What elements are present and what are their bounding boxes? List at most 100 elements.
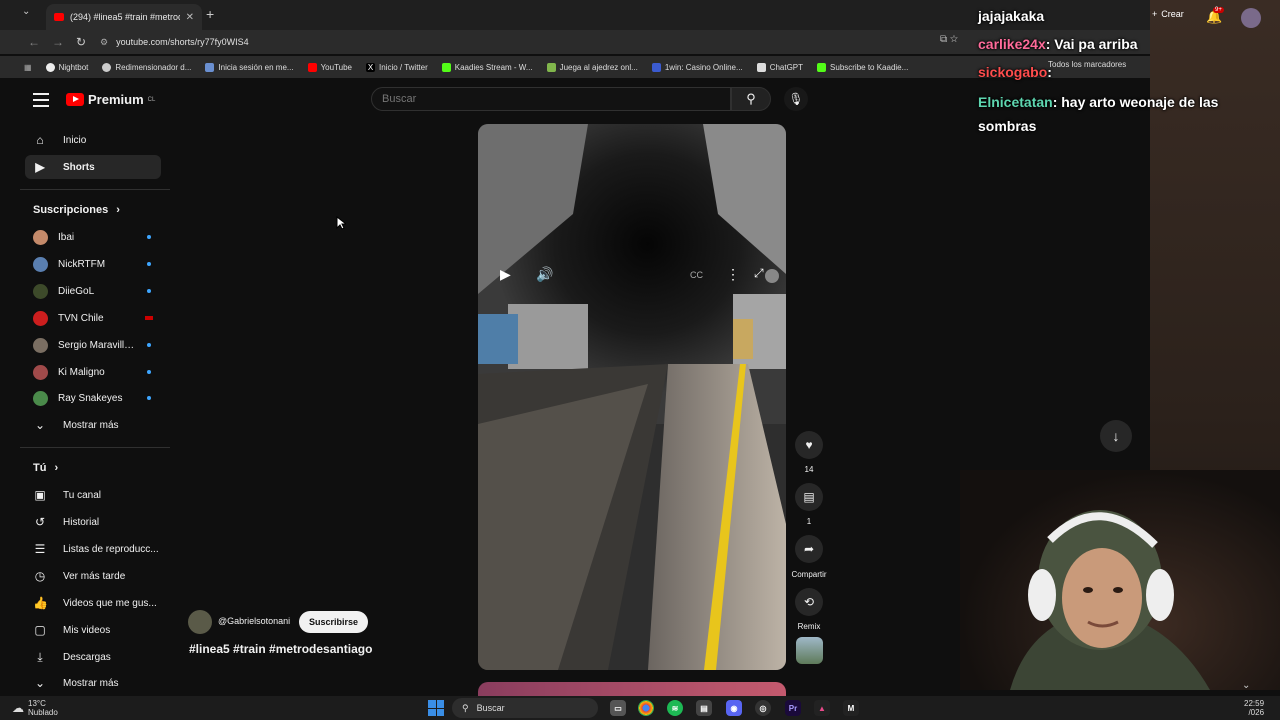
chat-user: Elnicetatan	[978, 94, 1053, 110]
short-hashtags[interactable]: #linea5 #train #metrodesantiago	[189, 642, 372, 656]
back-arrow-icon[interactable]: ←	[28, 35, 40, 49]
forward-arrow-icon[interactable]: →	[52, 35, 64, 49]
discord-icon[interactable]: ◉	[726, 700, 742, 716]
share-button[interactable]: ➦	[795, 535, 823, 563]
obs-icon[interactable]: ◎	[755, 700, 771, 716]
like-button[interactable]: ♥	[795, 431, 823, 459]
apps-grid-icon[interactable]: ▦	[24, 63, 32, 72]
captions-icon[interactable]: CC	[690, 270, 703, 280]
browser-tab[interactable]: (294) #linea5 #train #metrode ✕	[46, 4, 202, 30]
sidebar-show-more-you[interactable]: ⌄ Mostrar más	[25, 671, 161, 695]
new-content-dot	[147, 289, 151, 293]
bookmark-inicia-sesion[interactable]: Inicia sesión en me...	[205, 62, 294, 72]
youtube-premium-logo[interactable]: Premium CL	[66, 92, 155, 107]
weather-widget[interactable]: ☁ 13°C Nublado	[12, 699, 58, 717]
bookmark-star-icon[interactable]: ⧉ ☆	[940, 34, 958, 45]
site-info-icon[interactable]: ⚙	[100, 37, 108, 48]
play-icon[interactable]: ▶	[500, 266, 511, 283]
chrome-icon[interactable]	[638, 700, 654, 716]
sidebar-divider	[20, 447, 170, 448]
avatar	[33, 390, 48, 406]
my-videos-icon: ▢	[34, 623, 46, 637]
sidebar-item-shorts[interactable]: ▶ Shorts	[25, 155, 161, 179]
sidebar-divider	[20, 189, 170, 190]
sidebar-sub-nickrtfm[interactable]: NickRTFM	[25, 252, 161, 276]
bookmark-youtube[interactable]: YouTube	[307, 62, 352, 72]
windows-start-icon[interactable]	[428, 700, 444, 716]
taskbar-search[interactable]: ⚲ Buscar	[452, 698, 598, 718]
sidebar-item-videos-me-gustan[interactable]: 👍 Videos que me gus...	[25, 591, 161, 615]
app-m-icon[interactable]: M	[843, 700, 859, 716]
sidebar-sub-tvn-chile[interactable]: TVN Chile	[25, 306, 161, 330]
system-clock[interactable]: 22:59 /026	[1244, 699, 1264, 717]
volume-icon[interactable]: 🔊	[536, 266, 553, 283]
reload-icon[interactable]: ↻	[76, 35, 86, 49]
address-bar[interactable]: ⚙ youtube.com/shorts/ry77fy0WIS4	[100, 32, 980, 52]
share-arrow-icon: ➦	[803, 542, 815, 556]
sidebar-item-listas[interactable]: ☰ Listas de reproducc...	[25, 537, 161, 561]
temperature: 13°C	[28, 699, 46, 708]
bookmark-nightbot[interactable]: Nightbot	[45, 62, 88, 72]
chevron-down-icon[interactable]: ⌄	[1242, 680, 1250, 691]
new-tab-plus-icon[interactable]: +	[206, 6, 214, 22]
chat-message: jajajakaka	[978, 4, 1258, 28]
sidebar-sub-ibai[interactable]: Ibai	[25, 225, 161, 249]
bookmark-ajedrez[interactable]: Juega al ajedrez onl...	[546, 62, 638, 72]
sidebar-item-mis-videos[interactable]: ▢ Mis videos	[25, 618, 161, 642]
subscriptions-heading[interactable]: Suscripciones ›	[33, 204, 120, 216]
premiere-icon[interactable]: Pr	[785, 700, 801, 716]
hamburger-menu-icon[interactable]	[33, 93, 49, 107]
search-icon: ⚲	[462, 702, 469, 713]
comments-button[interactable]: ▤	[795, 483, 823, 511]
tab-list-chevron-icon[interactable]: ⌄	[22, 6, 30, 17]
chat-text: jajajakaka	[978, 8, 1045, 24]
clock-date: /026	[1248, 708, 1265, 717]
app-icon[interactable]: ▤	[696, 700, 712, 716]
sidebar-item-descargas[interactable]: ⤓ Descargas	[25, 645, 161, 669]
remix-button[interactable]: ⟲	[795, 588, 823, 616]
search-button[interactable]: ⚲	[731, 87, 771, 111]
tab-title: (294) #linea5 #train #metrode	[70, 12, 180, 22]
new-content-dot	[147, 343, 151, 347]
chevron-down-icon: ⌄	[34, 676, 46, 690]
sidebar-item-historial[interactable]: ↺ Historial	[25, 510, 161, 534]
bookmark-redimensionador[interactable]: Redimensionador d...	[102, 62, 191, 72]
sidebar-sub-ray-snakeyes[interactable]: Ray Snakeyes	[25, 386, 161, 410]
spotify-icon[interactable]: ≋	[667, 700, 683, 716]
channel-avatar[interactable]	[188, 610, 212, 634]
avatar	[33, 364, 48, 380]
you-heading[interactable]: Tú ›	[33, 462, 58, 474]
channel-name[interactable]: @Gabrielsotonani	[218, 616, 290, 626]
sidebar-sub-ki-maligno[interactable]: Ki Maligno	[25, 360, 161, 384]
close-tab-icon[interactable]: ✕	[186, 12, 194, 23]
sound-thumbnail[interactable]	[796, 637, 823, 664]
sidebar-show-more-subs[interactable]: ⌄ Mostrar más	[25, 413, 161, 437]
history-icon: ↺	[34, 515, 46, 529]
app-triangle-icon[interactable]: ▲	[814, 700, 830, 716]
bookmark-1win[interactable]: 1win: Casino Online...	[651, 62, 743, 72]
bookmark-subscribe-kaadie[interactable]: Subscribe to Kaadie...	[817, 62, 908, 72]
short-video-player[interactable]: ▶ 🔊 CC ⋮ ⤢	[478, 124, 786, 670]
sidebar-item-tu-canal[interactable]: ▣ Tu canal	[25, 483, 161, 507]
sidebar-sub-diiegol[interactable]: DiieGoL	[25, 279, 161, 303]
search-input[interactable]	[382, 93, 730, 105]
bookmark-twitter[interactable]: X Inicio / Twitter	[366, 62, 428, 72]
fullscreen-icon[interactable]: ⤢	[754, 266, 764, 281]
metro-tunnel-frame	[478, 124, 786, 670]
sidebar-sub-sergio-maravilla[interactable]: Sergio Maravilla ...	[25, 333, 161, 357]
home-icon: ⌂	[36, 133, 44, 147]
bookmark-chatgpt[interactable]: ChatGPT	[756, 62, 803, 72]
sidebar-item-ver-mas-tarde[interactable]: ◷ Ver más tarde	[25, 564, 161, 588]
search-box[interactable]	[371, 87, 731, 111]
next-short-button[interactable]: ↓	[1100, 420, 1132, 452]
comment-icon: ▤	[803, 490, 815, 504]
task-view-icon[interactable]: ▭	[610, 700, 626, 716]
more-options-icon[interactable]: ⋮	[726, 266, 740, 283]
sidebar-item-inicio[interactable]: ⌂ Inicio	[25, 128, 161, 152]
cloud-icon: ☁	[12, 700, 24, 715]
chat-text: :	[1047, 64, 1052, 80]
bookmark-kaadies-stream[interactable]: Kaadies Stream - W...	[441, 62, 533, 72]
subscribe-button[interactable]: Suscribirse	[299, 611, 369, 633]
new-content-dot	[147, 370, 151, 374]
voice-search-mic-icon[interactable]: 🎙	[784, 87, 808, 111]
